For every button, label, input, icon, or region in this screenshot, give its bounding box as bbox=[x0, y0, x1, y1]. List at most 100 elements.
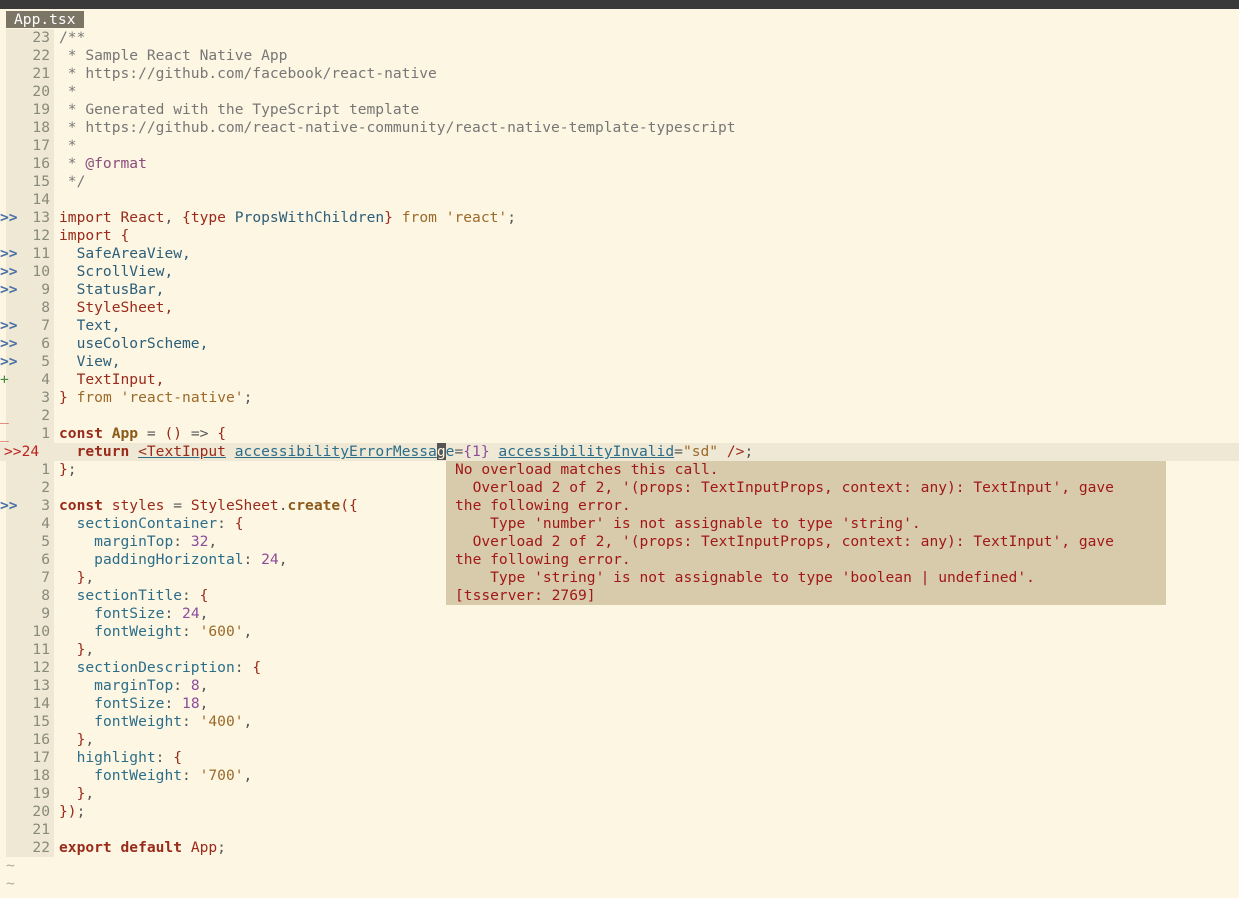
line-number: 4 bbox=[41, 371, 50, 388]
code-text: }, bbox=[76, 785, 95, 802]
line-number: 6 bbox=[41, 335, 50, 352]
line-number: 8 bbox=[41, 587, 50, 604]
code-line: 21 * https://github.com/facebook/react-n… bbox=[0, 65, 1239, 83]
diagnostic-line: the following error. bbox=[455, 551, 631, 568]
diagnostic-line: Type 'string' is not assignable to type … bbox=[455, 569, 1035, 586]
line-number: 18 bbox=[32, 119, 50, 136]
code-text: }); bbox=[59, 803, 86, 820]
code-text: * @format bbox=[59, 155, 147, 172]
code-line: 11 }, bbox=[0, 641, 1239, 659]
code-line: >> 5 View, bbox=[0, 353, 1239, 371]
line-number: 10 bbox=[32, 623, 50, 640]
line-number: 6 bbox=[41, 551, 50, 568]
code-text: export default App; bbox=[59, 839, 226, 856]
code-text: marginTop: 32, bbox=[94, 533, 218, 550]
line-sign: _ bbox=[0, 407, 9, 424]
code-line: 12 import { bbox=[0, 227, 1239, 245]
code-text: sectionDescription: { bbox=[76, 659, 262, 676]
code-line: 23 /** bbox=[0, 29, 1239, 47]
code-line: 19 }, bbox=[0, 785, 1239, 803]
code-line: 8 StyleSheet, bbox=[0, 299, 1239, 317]
line-sign: >> bbox=[0, 281, 18, 298]
code-line: 3 } from 'react-native'; bbox=[0, 389, 1239, 407]
line-number: 3 bbox=[41, 389, 50, 406]
code-text: const styles = StyleSheet.create({ bbox=[59, 497, 358, 514]
current-line: >>24 return <TextInput accessibilityErro… bbox=[0, 443, 1239, 461]
code-line: _ 2 bbox=[0, 407, 1239, 425]
code-line: >> 9 StatusBar, bbox=[0, 281, 1239, 299]
code-text: * Generated with the TypeScript template bbox=[59, 101, 420, 118]
line-number: 1 bbox=[41, 461, 50, 478]
code-text: return <TextInput accessibilityErrorMess… bbox=[76, 443, 754, 460]
code-line: _ 1 const App = () => { bbox=[0, 425, 1239, 443]
line-number: 14 bbox=[32, 191, 50, 208]
line-number: 7 bbox=[41, 317, 50, 334]
line-number: 19 bbox=[32, 785, 50, 802]
code-line: >> 6 useColorScheme, bbox=[0, 335, 1239, 353]
code-text: }, bbox=[76, 641, 95, 658]
code-text: paddingHorizontal: 24, bbox=[94, 551, 288, 568]
code-text: * https://github.com/react-native-commun… bbox=[59, 119, 736, 136]
code-line: 10 fontWeight: '600', bbox=[0, 623, 1239, 641]
code-line: 16 }, bbox=[0, 731, 1239, 749]
diagnostic-line: No overload matches this call. bbox=[455, 461, 719, 478]
line-number: 2 bbox=[41, 479, 50, 496]
code-line: 14 bbox=[0, 191, 1239, 209]
tab-app-tsx[interactable]: App.tsx bbox=[6, 11, 84, 28]
line-sign: >> bbox=[0, 209, 18, 226]
line-number: 22 bbox=[32, 47, 50, 64]
line-number: >>24 bbox=[4, 443, 40, 460]
code-text: fontWeight: '700', bbox=[94, 767, 253, 784]
empty-buffer-line: ~ bbox=[6, 857, 15, 874]
code-line: 17 highlight: { bbox=[0, 749, 1239, 767]
line-sign: >> bbox=[0, 317, 18, 334]
code-line: 22 export default App; bbox=[0, 839, 1239, 857]
line-number: 9 bbox=[41, 605, 50, 622]
line-sign: >> bbox=[0, 245, 18, 262]
code-text: View, bbox=[76, 353, 121, 370]
code-text: Text, bbox=[76, 317, 121, 334]
line-sign: >> bbox=[0, 263, 18, 280]
code-text: TextInput, bbox=[76, 371, 165, 388]
code-text: * bbox=[59, 137, 77, 154]
code-line: 19 * Generated with the TypeScript templ… bbox=[0, 101, 1239, 119]
line-number: 19 bbox=[32, 101, 50, 118]
code-line: 18 * https://github.com/react-native-com… bbox=[0, 119, 1239, 137]
code-text: fontWeight: '600', bbox=[94, 623, 253, 640]
line-number: 12 bbox=[32, 659, 50, 676]
code-line: >> 7 Text, bbox=[0, 317, 1239, 335]
diagnostic-line: Type 'number' is not assignable to type … bbox=[455, 515, 921, 532]
code-line: >> 13 import React, {type PropsWithChildre… bbox=[0, 209, 1239, 227]
code-text: sectionTitle: { bbox=[76, 587, 209, 604]
diagnostic-popup: No overload matches this call. Overload … bbox=[446, 461, 1166, 605]
diagnostic-line: [tsserver: 2769] bbox=[455, 587, 596, 604]
code-line: 22 * Sample React Native App bbox=[0, 47, 1239, 65]
code-line: 12 sectionDescription: { bbox=[0, 659, 1239, 677]
line-number: 22 bbox=[32, 839, 50, 856]
line-number: 1 bbox=[41, 425, 50, 442]
diagnostic-line: Overload 2 of 2, '(props: TextInputProps… bbox=[455, 479, 1114, 496]
line-number: 14 bbox=[32, 695, 50, 712]
line-number: 23 bbox=[32, 29, 50, 46]
line-sign: + bbox=[0, 371, 9, 388]
code-text: sectionContainer: { bbox=[76, 515, 244, 532]
line-number: 17 bbox=[32, 137, 50, 154]
line-sign: >> bbox=[0, 353, 18, 370]
code-text: }, bbox=[76, 569, 95, 586]
line-number: 5 bbox=[41, 353, 50, 370]
line-number: 4 bbox=[41, 515, 50, 532]
line-number: 9 bbox=[41, 281, 50, 298]
code-line: >> 11 SafeAreaView, bbox=[0, 245, 1239, 263]
code-text: import { bbox=[59, 227, 130, 244]
code-text: } from 'react-native'; bbox=[59, 389, 253, 406]
code-text: }, bbox=[76, 731, 95, 748]
code-text: }; bbox=[59, 461, 77, 478]
code-line: 21 bbox=[0, 821, 1239, 839]
code-line: 17 * bbox=[0, 137, 1239, 155]
code-line: 13 marginTop: 8, bbox=[0, 677, 1239, 695]
format-tag: @format bbox=[85, 155, 147, 172]
code-text: useColorScheme, bbox=[76, 335, 209, 352]
diagnostic-line: Overload 2 of 2, '(props: TextInputProps… bbox=[455, 533, 1114, 550]
code-text: StatusBar, bbox=[76, 281, 165, 298]
code-line: 9 fontSize: 24, bbox=[0, 605, 1239, 623]
